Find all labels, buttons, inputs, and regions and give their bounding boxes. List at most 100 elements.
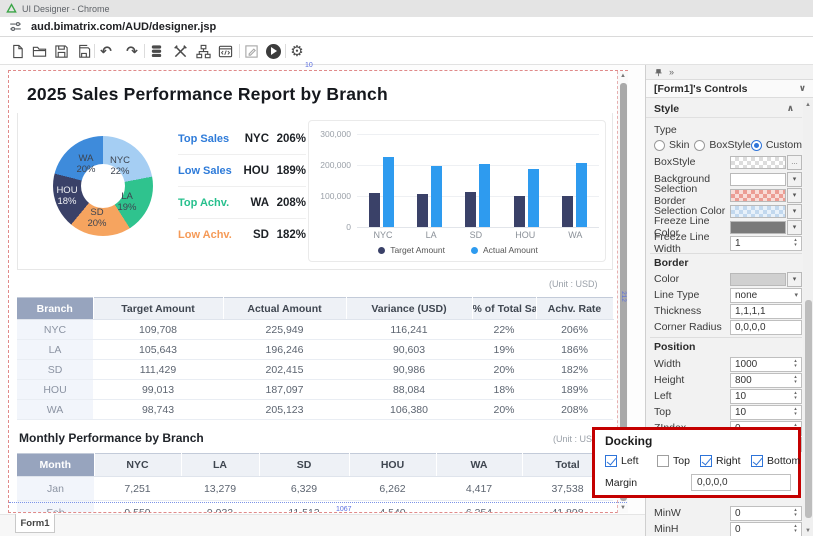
pin-icon[interactable] xyxy=(654,68,663,77)
docking-section: Docking Left Top Right Bottom Margin 0,0… xyxy=(592,427,801,498)
design-canvas[interactable]: 10 2025 Sales Performance Report by Bran… xyxy=(0,65,645,536)
undo-button[interactable]: ↶ xyxy=(96,41,116,61)
radio-skin[interactable]: Skin xyxy=(654,139,694,151)
boxstyle-swatch[interactable] xyxy=(730,156,786,169)
edit-button[interactable] xyxy=(241,41,261,61)
table-row: HOU 99,013 187,097 88,084 18% 189% xyxy=(17,380,613,400)
table-row: LA 105,643 196,246 90,603 19% 186% xyxy=(17,340,613,360)
alignment-guide-line xyxy=(9,502,627,503)
run-button[interactable] xyxy=(263,41,283,61)
save-all-button[interactable] xyxy=(73,41,93,61)
minh-stepper[interactable]: 0▴▾ xyxy=(730,522,802,536)
line-type-row: Line Type none▾ xyxy=(654,287,802,303)
window-title: UI Designer - Chrome xyxy=(22,4,110,14)
kpi-row: Top Achv. WA 208% xyxy=(178,187,306,219)
height-stepper[interactable]: 800▴▾ xyxy=(730,373,802,388)
height-row: Height 800▴▾ xyxy=(654,372,802,388)
top-row: Top 10▴▾ xyxy=(654,404,802,420)
thickness-input[interactable]: 1,1,1,1 xyxy=(730,304,802,319)
sitemap-button[interactable] xyxy=(193,41,213,61)
table-row: WA 98,743 205,123 106,380 20% 208% xyxy=(17,400,613,420)
freeze-line-color-swatch[interactable] xyxy=(730,221,786,234)
toolbar-separator xyxy=(94,44,95,58)
form-tab-strip xyxy=(0,514,645,536)
minw-stepper[interactable]: 0▴▾ xyxy=(730,506,802,521)
open-folder-button[interactable] xyxy=(29,41,49,61)
dropdown-button[interactable]: ▾ xyxy=(787,204,802,219)
scroll-up-arrow[interactable]: ▲ xyxy=(803,102,813,108)
left-stepper[interactable]: 10▴▾ xyxy=(730,389,802,404)
width-stepper[interactable]: 1000▴▾ xyxy=(730,357,802,372)
chart-legend: Target Amount Actual Amount xyxy=(309,245,607,255)
form-tab[interactable]: Form1 xyxy=(15,514,55,533)
form-design-surface[interactable]: 2025 Sales Performance Report by Branch … xyxy=(8,70,628,513)
freeze-line-width-row: Freeze Line Width 1▴▾ xyxy=(654,235,802,251)
dropdown-button[interactable]: ▾ xyxy=(787,272,802,287)
dock-right-checkbox[interactable]: Right xyxy=(700,455,741,467)
section-style-header[interactable]: Style ∧ xyxy=(646,100,802,118)
border-color-swatch[interactable] xyxy=(730,273,786,286)
ellipsis-button[interactable]: … xyxy=(787,155,802,170)
width-row: Width 1000▴▾ xyxy=(654,356,802,372)
dock-bottom-checkbox[interactable]: Bottom xyxy=(751,455,800,467)
table-row: SD 111,429 202,415 90,986 20% 182% xyxy=(17,360,613,380)
panel-scrollbar[interactable]: ▲ ▼ xyxy=(803,100,813,536)
monthly-performance-table: Month NYC LA SD HOU WA Total Jan 7,251 1… xyxy=(17,453,614,513)
minw-row: MinW 0▴▾ xyxy=(654,505,802,521)
dropdown-button[interactable]: ▾ xyxy=(787,188,802,203)
code-window-button[interactable] xyxy=(215,41,235,61)
margin-label: Margin xyxy=(605,477,637,489)
new-file-button[interactable] xyxy=(7,41,27,61)
table-header-row: Month NYC LA SD HOU WA Total xyxy=(17,454,613,477)
panel-toolbar: » xyxy=(646,65,813,79)
divider xyxy=(650,253,802,254)
redo-button[interactable]: ↷ xyxy=(122,41,142,61)
tools-button[interactable] xyxy=(170,41,190,61)
unit-note: (Unit : USD) xyxy=(549,279,598,289)
report-title: 2025 Sales Performance Report by Branch xyxy=(27,84,388,105)
docking-title: Docking xyxy=(605,434,652,448)
ui-designer-window: UI Designer - Chrome aud.bimatrix.com/AU… xyxy=(0,0,813,536)
radio-boxstyle[interactable]: BoxStyle xyxy=(694,139,750,151)
dropdown-button[interactable]: ▾ xyxy=(787,172,802,187)
collapse-panel-icon[interactable]: » xyxy=(669,67,674,77)
line-type-select[interactable]: none▾ xyxy=(730,288,802,303)
guide-right-marker: 212 xyxy=(620,291,627,302)
freeze-line-width-stepper[interactable]: 1▴▾ xyxy=(730,236,802,251)
category-axis: NYC LA SD HOU WA xyxy=(357,230,599,240)
top-stepper[interactable]: 10▴▾ xyxy=(730,405,802,420)
scroll-down-arrow[interactable]: ▼ xyxy=(618,505,628,511)
kpi-list: Top Sales NYC 206% Low Sales HOU 189% To… xyxy=(178,123,306,251)
background-swatch[interactable] xyxy=(730,173,786,186)
type-radio-row: Skin BoxStyle Custom xyxy=(654,137,802,153)
scroll-down-arrow[interactable]: ▼ xyxy=(803,528,813,534)
url-text[interactable]: aud.bimatrix.com/AUD/designer.jsp xyxy=(31,21,216,33)
margin-input[interactable]: 0,0,0,0 xyxy=(691,474,791,491)
selection-border-swatch[interactable] xyxy=(730,189,786,202)
table-header-row: Branch Target Amount Actual Amount Varia… xyxy=(17,298,613,320)
donut-label-nyc: NYC22% xyxy=(100,155,140,177)
database-button[interactable] xyxy=(146,41,166,61)
donut-label-hou: HOU18% xyxy=(47,185,87,207)
corner-radius-input[interactable]: 0,0,0,0 xyxy=(730,320,802,335)
save-button[interactable] xyxy=(51,41,71,61)
site-settings-icon[interactable] xyxy=(9,20,22,33)
border-color-row: Color ▾ xyxy=(654,271,802,287)
address-bar[interactable]: aud.bimatrix.com/AUD/designer.jsp xyxy=(0,17,813,37)
settings-gear-icon[interactable]: ⚙ xyxy=(287,41,307,61)
dock-top-checkbox[interactable]: Top xyxy=(657,455,690,467)
kpi-row: Low Achv. SD 182% xyxy=(178,219,306,251)
boxstyle-row: BoxStyle … xyxy=(654,154,802,170)
scroll-up-arrow[interactable]: ▲ xyxy=(618,73,628,79)
controls-dropdown[interactable]: [Form1]'s Controls ∨ xyxy=(646,79,813,98)
corner-radius-row: Corner Radius 0,0,0,0 xyxy=(654,319,802,335)
radio-custom[interactable]: Custom xyxy=(751,139,802,151)
chevron-down-icon: ∨ xyxy=(799,83,806,94)
dock-left-checkbox[interactable]: Left xyxy=(605,455,639,467)
toolbar-separator xyxy=(239,44,240,58)
scrollbar-thumb[interactable] xyxy=(805,300,812,518)
donut-chart-container: NYC22% LA19% SD20% HOU18% WA20% xyxy=(45,133,195,263)
section-border-header: Border xyxy=(654,257,802,269)
selection-color-swatch[interactable] xyxy=(730,205,786,218)
dropdown-button[interactable]: ▾ xyxy=(787,220,802,235)
